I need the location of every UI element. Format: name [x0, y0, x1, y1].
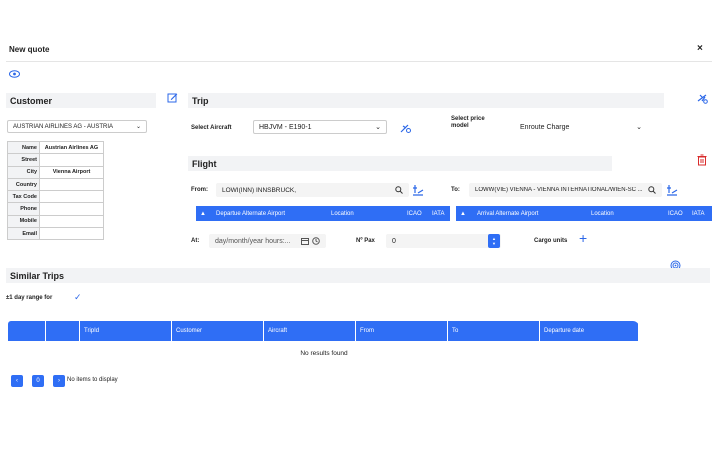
customer-field-label: Email [7, 227, 40, 241]
pax-stepper[interactable]: ▲ ▼ [488, 234, 500, 248]
customer-field-value: Austrian Airlines AG [39, 140, 104, 155]
empty-message: No results found [300, 350, 348, 357]
to-label: To: [451, 187, 460, 193]
at-label: At: [191, 238, 200, 244]
pager-info: No items to display [67, 377, 118, 383]
customer-field-label: Name [7, 140, 40, 155]
departure-alternate-iata: IATA [432, 210, 445, 217]
customer-field-label: Phone [7, 202, 40, 216]
pax-value: 0 [392, 237, 396, 245]
eye-icon[interactable] [9, 70, 20, 78]
departure-alternate-header[interactable]: ▲ Departue Alternate Airport Location IC… [196, 206, 450, 221]
datetime-input[interactable]: day/month/year hours:... [209, 234, 326, 248]
customer-field-value [39, 177, 104, 192]
next-page-button[interactable]: › [53, 375, 65, 387]
column-header[interactable]: TripId [80, 321, 172, 341]
price-model-value: Enroute Charge [520, 123, 570, 131]
edit-icon[interactable] [167, 92, 178, 103]
customer-heading: Customer [6, 93, 156, 108]
customer-row: Tax Code [7, 190, 104, 204]
from-input[interactable]: LOWI(INN) INNSBRUCK, [216, 183, 409, 197]
column-header[interactable]: Aircraft [264, 321, 356, 341]
departure-alternate-location: Location [331, 210, 354, 217]
column-header[interactable]: To [448, 321, 540, 341]
to-input[interactable]: LOWW(VIE) VIENNA - VIENNA INTERNATIONAL/… [469, 183, 662, 197]
airport-icon[interactable] [666, 184, 678, 196]
chevron-down-icon: ⌄ [375, 124, 381, 131]
customer-field-value [39, 214, 104, 229]
aircraft-select-value: HBJVM - E190-1 [259, 123, 312, 131]
customer-field-label: Street [7, 153, 40, 167]
dialog-title: New quote [9, 45, 50, 54]
arrival-alternate-title: Arrival Alternate Airport [477, 210, 539, 217]
day-range-label: ±1 day range for [6, 295, 53, 301]
customer-field-value [39, 153, 104, 167]
customer-row: Street [7, 153, 104, 167]
chevron-down-icon: ⌄ [636, 124, 642, 131]
pax-label: Nº Pax [356, 238, 375, 244]
flight-heading: Flight [188, 156, 612, 171]
search-icon[interactable] [395, 186, 403, 194]
customer-row: Country [7, 177, 104, 192]
add-cargo-icon[interactable]: + [579, 231, 587, 245]
column-header[interactable] [46, 321, 80, 341]
from-input-value: LOWI(INN) INNSBRUCK, [222, 186, 297, 194]
price-model-label: Select price model [451, 116, 485, 129]
triangle-up-icon: ▲ [460, 210, 466, 217]
similar-trips-heading: Similar Trips [6, 268, 710, 283]
airport-icon[interactable] [412, 184, 424, 196]
customer-select[interactable]: AUSTRIAN AIRLINES AG - AUSTRIA ⌄ [7, 120, 147, 133]
similar-trips-table-header: TripId Customer Aircraft From To Departure da… [8, 321, 639, 341]
column-header[interactable] [8, 321, 46, 341]
column-header[interactable]: Customer [172, 321, 264, 341]
customer-field-value [39, 190, 104, 204]
customer-row: City Vienna Airport [7, 165, 104, 179]
customer-details-table: Name Austrian Airlines AG Street City Vienna… [7, 140, 104, 241]
arrival-alternate-header[interactable]: ▲ Arrival Alternate Airport Location ICA… [456, 206, 712, 221]
customer-field-value [39, 202, 104, 216]
arrival-alternate-iata: IATA [692, 210, 705, 217]
departure-alternate-title: Departue Alternate Airport [216, 210, 286, 217]
triangle-up-icon: ▲ [200, 210, 206, 217]
arrival-alternate-location: Location [591, 210, 614, 217]
customer-field-label: City [7, 165, 40, 179]
customer-select-value: AUSTRIAN AIRLINES AG - AUSTRIA [13, 123, 114, 130]
check-icon[interactable]: ✓ [74, 292, 82, 303]
aircraft-select[interactable]: HBJVM - E190-1 ⌄ [253, 120, 387, 134]
customer-field-label: Country [7, 177, 40, 192]
price-model-select[interactable]: Enroute Charge ⌄ [514, 120, 648, 134]
divider [6, 61, 712, 62]
customer-field-value: Vienna Airport [39, 165, 104, 179]
calendar-icon[interactable] [301, 237, 309, 245]
to-input-value: LOWW(VIE) VIENNA - VIENNA INTERNATIONAL/… [475, 187, 643, 193]
search-icon[interactable] [648, 186, 656, 194]
departure-alternate-icao: ICAO [407, 210, 422, 217]
aircraft-label: Select Aircraft [191, 125, 232, 131]
from-label: From: [191, 187, 208, 193]
clock-icon[interactable] [312, 237, 320, 245]
arrival-alternate-icao: ICAO [668, 210, 683, 217]
customer-field-label: Mobile [7, 214, 40, 229]
datetime-placeholder: day/month/year hours:... [215, 237, 291, 245]
column-header[interactable]: Departure date [540, 321, 639, 341]
chevron-down-icon: ⌄ [135, 124, 141, 130]
customer-field-value [39, 227, 104, 241]
plane-settings-icon[interactable] [696, 92, 708, 104]
prev-page-button[interactable]: ‹ [11, 375, 23, 387]
customer-field-label: Tax Code [7, 190, 40, 204]
customer-row: Mobile [7, 214, 104, 229]
customer-row: Phone [7, 202, 104, 216]
pax-input[interactable]: 0 ▲ ▼ [386, 234, 501, 248]
customer-row: Name Austrian Airlines AG [7, 140, 104, 155]
plane-search-icon[interactable] [400, 122, 412, 134]
trip-heading: Trip [188, 93, 664, 108]
cargo-units-label: Cargo units [534, 238, 568, 244]
customer-row: Email [7, 227, 104, 241]
trash-icon[interactable] [697, 154, 707, 166]
column-header[interactable]: From [356, 321, 448, 341]
current-page[interactable]: 0 [32, 375, 44, 387]
close-icon[interactable]: × [697, 43, 703, 54]
